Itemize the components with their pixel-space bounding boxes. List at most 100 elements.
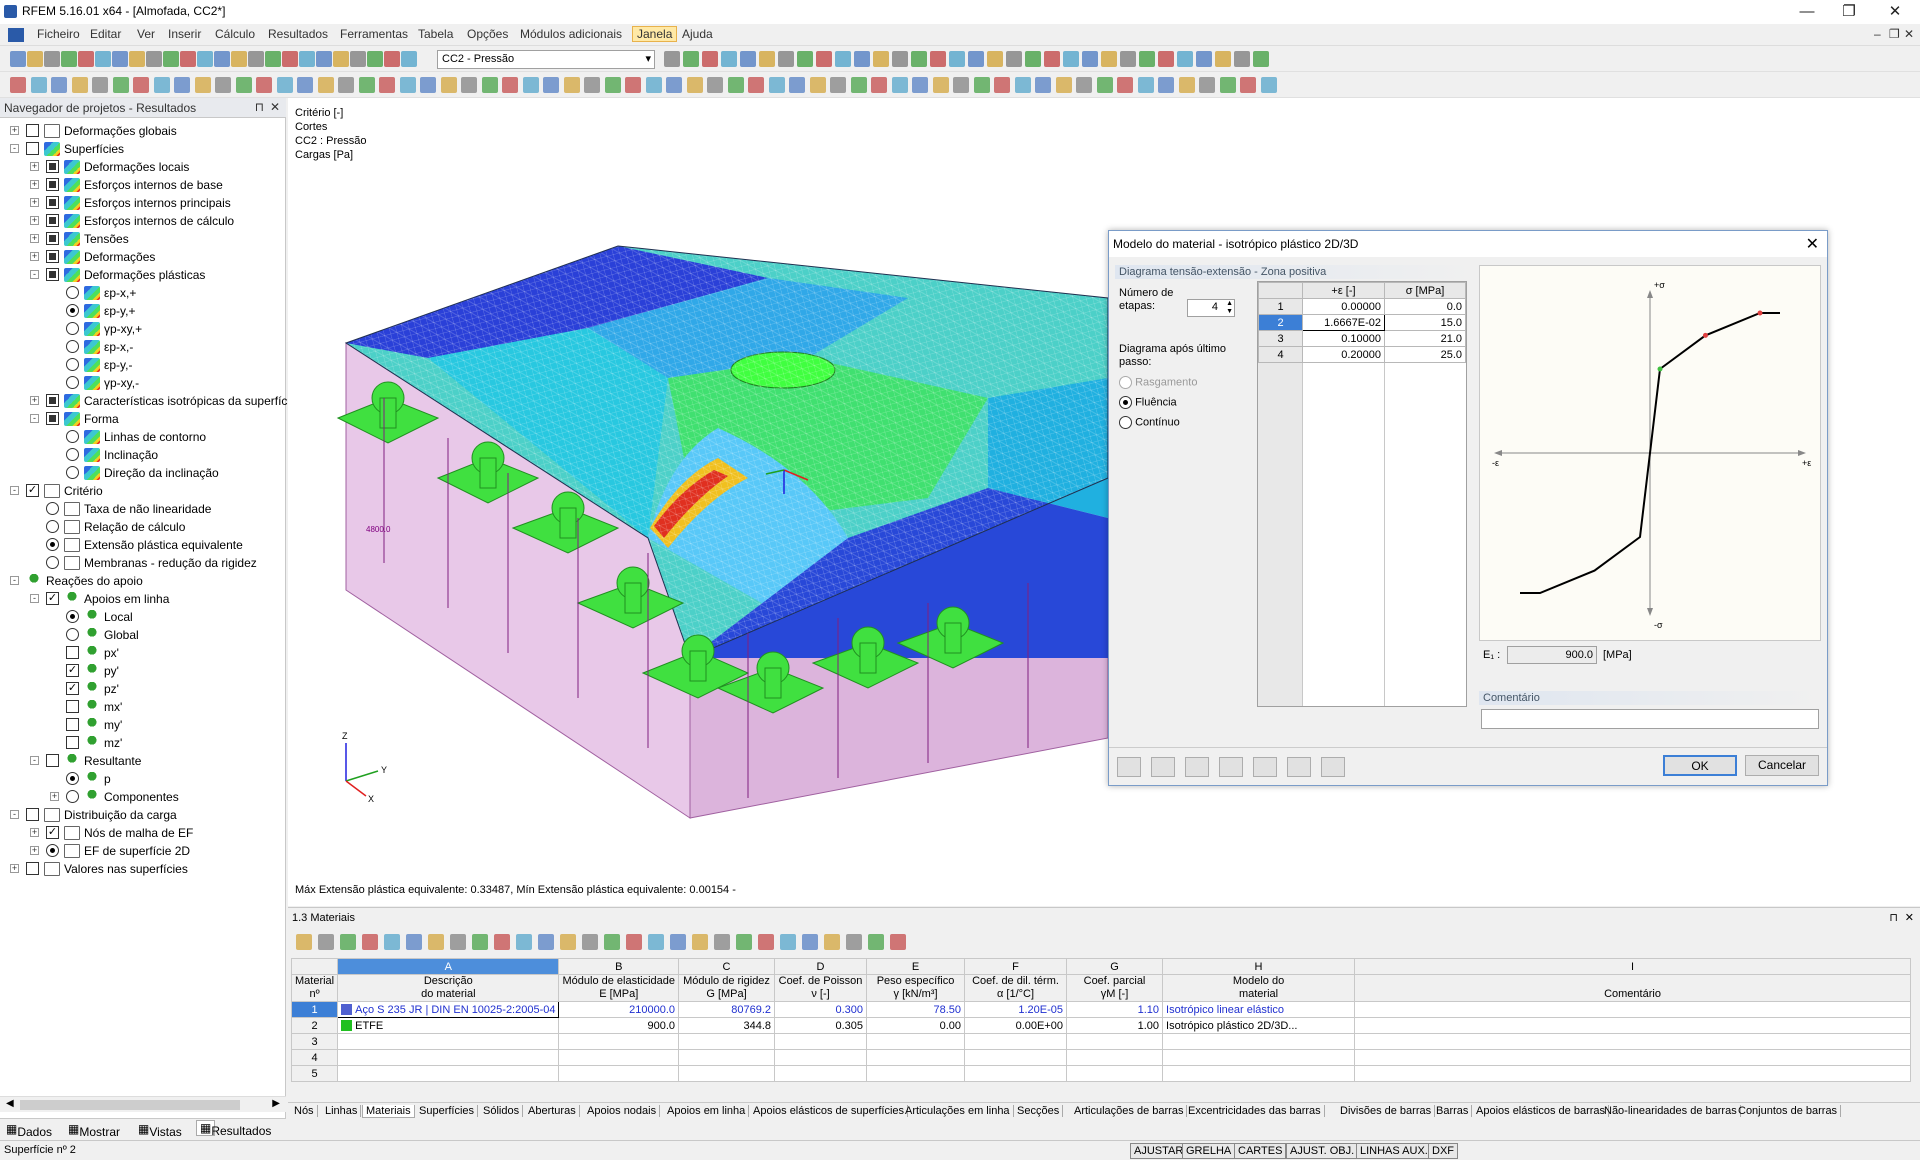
table-row[interactable]: 4 0.20000 25.0 [1258, 346, 1466, 363]
table-toolbar-button-icon[interactable] [890, 934, 906, 950]
status-cartes-button[interactable]: CARTES [1234, 1143, 1287, 1159]
desc-cell[interactable] [337, 1049, 560, 1066]
toolbar-button-icon[interactable] [871, 77, 887, 93]
checkbox[interactable] [46, 196, 59, 209]
toolbar-button-icon[interactable] [1215, 51, 1231, 67]
option-radio[interactable] [1119, 416, 1132, 429]
toolbar-button-icon[interactable] [748, 77, 764, 93]
expand-icon[interactable]: + [30, 180, 39, 189]
row-number[interactable]: 4 [290, 1049, 339, 1066]
status-linhas-aux-button[interactable]: LINHAS AUX. [1356, 1143, 1432, 1159]
checkbox[interactable]: ✓ [26, 484, 39, 497]
toolbar-button-icon[interactable] [30, 77, 47, 93]
dialog-tool-button-icon[interactable] [1185, 757, 1209, 777]
toolbar-button-icon[interactable] [180, 51, 196, 67]
comment-cell[interactable] [1354, 1017, 1912, 1034]
table-row[interactable]: 1 0.00000 0.0 [1258, 298, 1466, 315]
eps-cell[interactable]: 0.10000 [1302, 330, 1385, 347]
sig-cell[interactable]: 15.0 [1384, 314, 1466, 331]
table-toolbar-button-icon[interactable] [450, 934, 466, 950]
table-row[interactable]: 2 1.6667E-02 15.0 [1258, 314, 1466, 331]
toolbar-button-icon[interactable] [1096, 77, 1113, 93]
nav-item[interactable]: Global [0, 626, 286, 644]
radio-button[interactable] [66, 448, 79, 461]
toolbar-button-icon[interactable] [194, 77, 211, 93]
radio-button[interactable] [46, 520, 59, 533]
dialog-tool-button-icon[interactable] [1253, 757, 1277, 777]
eps-cell[interactable]: 0.20000 [1302, 346, 1385, 363]
expand-icon[interactable]: + [30, 162, 39, 171]
toolbar-button-icon[interactable] [664, 51, 680, 67]
nav-item[interactable]: εp-y,+ [0, 302, 286, 320]
nav-item[interactable]: + Deformações locais [0, 158, 286, 176]
table-toolbar-button-icon[interactable] [428, 934, 444, 950]
toolbar-button-icon[interactable] [721, 51, 737, 67]
expand-icon[interactable]: - [10, 144, 19, 153]
expand-icon[interactable]: + [10, 864, 19, 873]
toolbar-button-icon[interactable] [27, 51, 43, 67]
model-cell[interactable]: Isotrópico plástico 2D/3D... [1162, 1017, 1356, 1034]
comment-input[interactable] [1481, 709, 1819, 729]
nav-item[interactable]: p [0, 770, 286, 788]
table-toolbar-button-icon[interactable] [692, 934, 708, 950]
navigator-scrollbar[interactable]: ◀ ▶ [0, 1096, 286, 1112]
nav-item[interactable]: - Distribuição da carga [0, 806, 286, 824]
checkbox[interactable] [46, 250, 59, 263]
toolbar-button-icon[interactable] [44, 51, 60, 67]
nav-item[interactable]: - ✓ Apoios em linha [0, 590, 286, 608]
toolbar-button-icon[interactable] [1158, 77, 1174, 93]
toolbar-button-icon[interactable] [727, 77, 744, 93]
toolbar-button-icon[interactable] [1158, 51, 1174, 67]
mdi-minimize-icon[interactable]: – [1874, 27, 1881, 41]
expand-icon[interactable]: + [30, 198, 39, 207]
radio-button[interactable] [46, 502, 59, 515]
gm-cell[interactable]: 1.10 [1066, 1001, 1164, 1018]
menu-resultados[interactable]: Resultados [268, 27, 328, 41]
toolbar-button-icon[interactable] [973, 77, 990, 93]
sheet-tab[interactable]: Não-linearidades de barras [1601, 1105, 1741, 1117]
row-number[interactable]: 5 [290, 1065, 339, 1082]
table-toolbar-button-icon[interactable] [516, 934, 532, 950]
expand-icon[interactable]: + [10, 126, 19, 135]
toolbar-button-icon[interactable] [1120, 51, 1136, 67]
toolbar-button-icon[interactable] [702, 51, 718, 67]
radio-button[interactable] [66, 628, 79, 641]
radio-button[interactable] [66, 340, 79, 353]
table-toolbar-button-icon[interactable] [472, 934, 488, 950]
radio-button[interactable] [66, 358, 79, 371]
table-row[interactable]: 1 Aço S 235 JR | DIN EN 10025-2:2005-04 … [290, 1001, 1912, 1018]
col-letter[interactable]: I [1354, 958, 1912, 975]
table-row[interactable]: 5 [290, 1065, 1912, 1082]
menu-inserir[interactable]: Inserir [168, 27, 201, 41]
toolbar-button-icon[interactable] [1082, 51, 1098, 67]
toolbar-button-icon[interactable] [932, 77, 949, 93]
toolbar-button-icon[interactable] [759, 51, 775, 67]
nav-item[interactable]: + Deformações [0, 248, 286, 266]
toolbar-button-icon[interactable] [367, 51, 383, 67]
toolbar-button-icon[interactable] [10, 77, 26, 93]
e-cell[interactable]: 900.0 [558, 1017, 680, 1034]
checkbox[interactable] [26, 808, 39, 821]
nav-item[interactable]: Local [0, 608, 286, 626]
row-number[interactable]: 1 [290, 1001, 339, 1018]
toolbar-button-icon[interactable] [1101, 51, 1117, 67]
toolbar-button-icon[interactable] [92, 77, 108, 93]
g-cell[interactable]: 344.8 [678, 1017, 776, 1034]
e-cell[interactable]: 210000.0 [558, 1001, 680, 1018]
toolbar-button-icon[interactable] [112, 51, 128, 67]
expand-icon[interactable]: + [30, 828, 39, 837]
table-toolbar-button-icon[interactable] [868, 934, 884, 950]
alpha-cell[interactable] [964, 1049, 1068, 1066]
checkbox[interactable]: ✓ [66, 682, 79, 695]
option-rasgamento[interactable]: Rasgamento [1119, 376, 1197, 389]
nav-item[interactable]: + EF de superfície 2D [0, 842, 286, 860]
table-toolbar-button-icon[interactable] [318, 934, 334, 950]
table-toolbar-button-icon[interactable] [648, 934, 664, 950]
checkbox[interactable] [26, 124, 39, 137]
option-radio[interactable] [1119, 376, 1132, 389]
spinner-arrows-icon[interactable]: ▲ ▼ [1226, 300, 1233, 316]
sheet-tab[interactable]: Articulações em linha [902, 1105, 1014, 1117]
toolbar-button-icon[interactable] [10, 51, 26, 67]
nav-item[interactable]: Direção da inclinação [0, 464, 286, 482]
toolbar-button-icon[interactable] [440, 77, 457, 93]
